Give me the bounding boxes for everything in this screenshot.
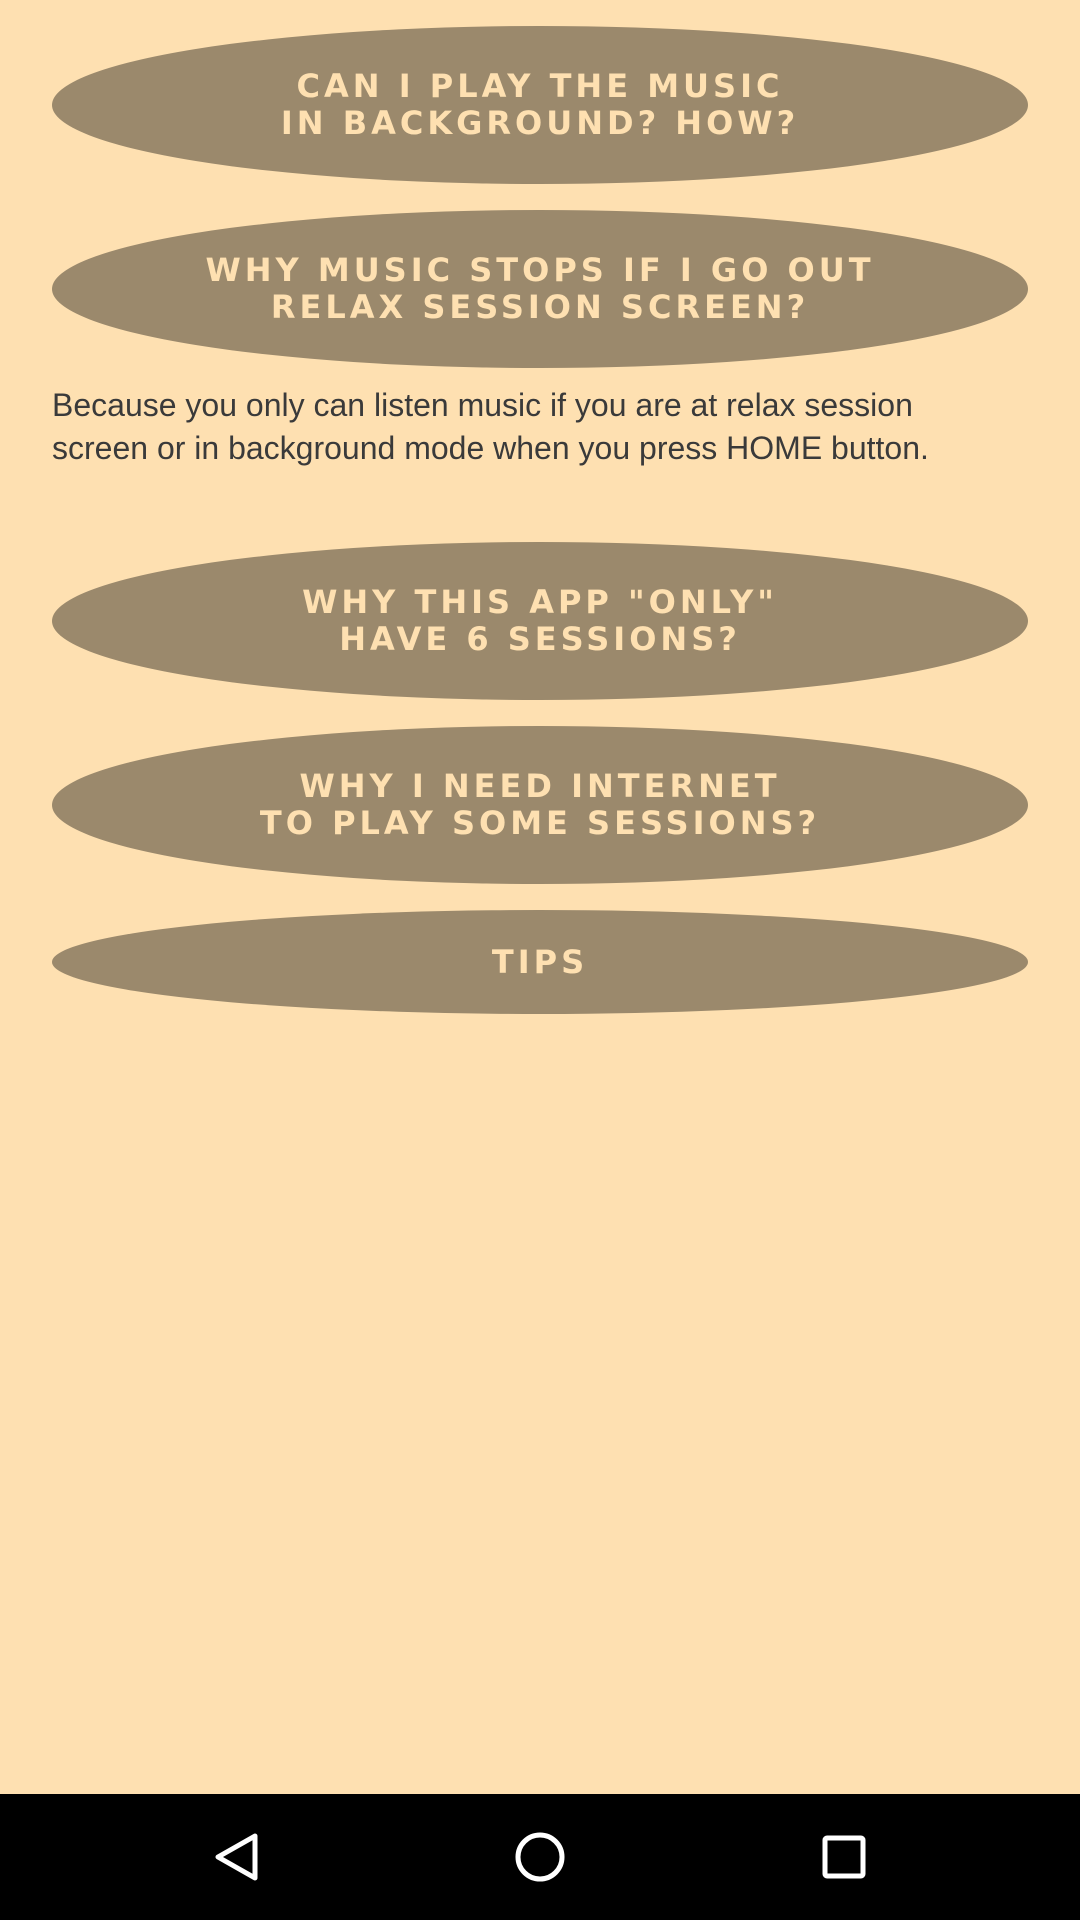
faq-answer-music-stops: Because you only can listen music if you… [52,387,929,466]
system-navigation-bar [0,1794,1080,1920]
faq-question-label: Can i play the music in background? How? [280,67,800,142]
faq-tips-button[interactable]: Tips [52,910,1028,1014]
back-button[interactable] [196,1817,276,1897]
faq-question-need-internet-button[interactable]: Why i need internet to play some session… [52,726,1028,884]
faq-screen: Can i play the music in background? How?… [0,0,1080,1794]
recents-square-icon [822,1835,866,1879]
recents-button[interactable] [804,1817,884,1897]
faq-question-play-in-background-button[interactable]: Can i play the music in background? How? [52,26,1028,184]
faq-question-label: Why music stops if i go out relax sessio… [205,251,875,326]
faq-tips-label: Tips [491,942,589,981]
faq-question-only-six-sessions-button[interactable]: Why this app "only" have 6 sessions? [52,542,1028,700]
back-triangle-icon [215,1833,258,1881]
faq-question-label: Why i need internet to play some session… [259,767,821,842]
home-button[interactable] [500,1817,580,1897]
home-circle-icon [515,1832,565,1882]
faq-question-music-stops-button[interactable]: Why music stops if i go out relax sessio… [52,210,1028,368]
faq-question-label: Why this app "only" have 6 sessions? [302,583,778,658]
